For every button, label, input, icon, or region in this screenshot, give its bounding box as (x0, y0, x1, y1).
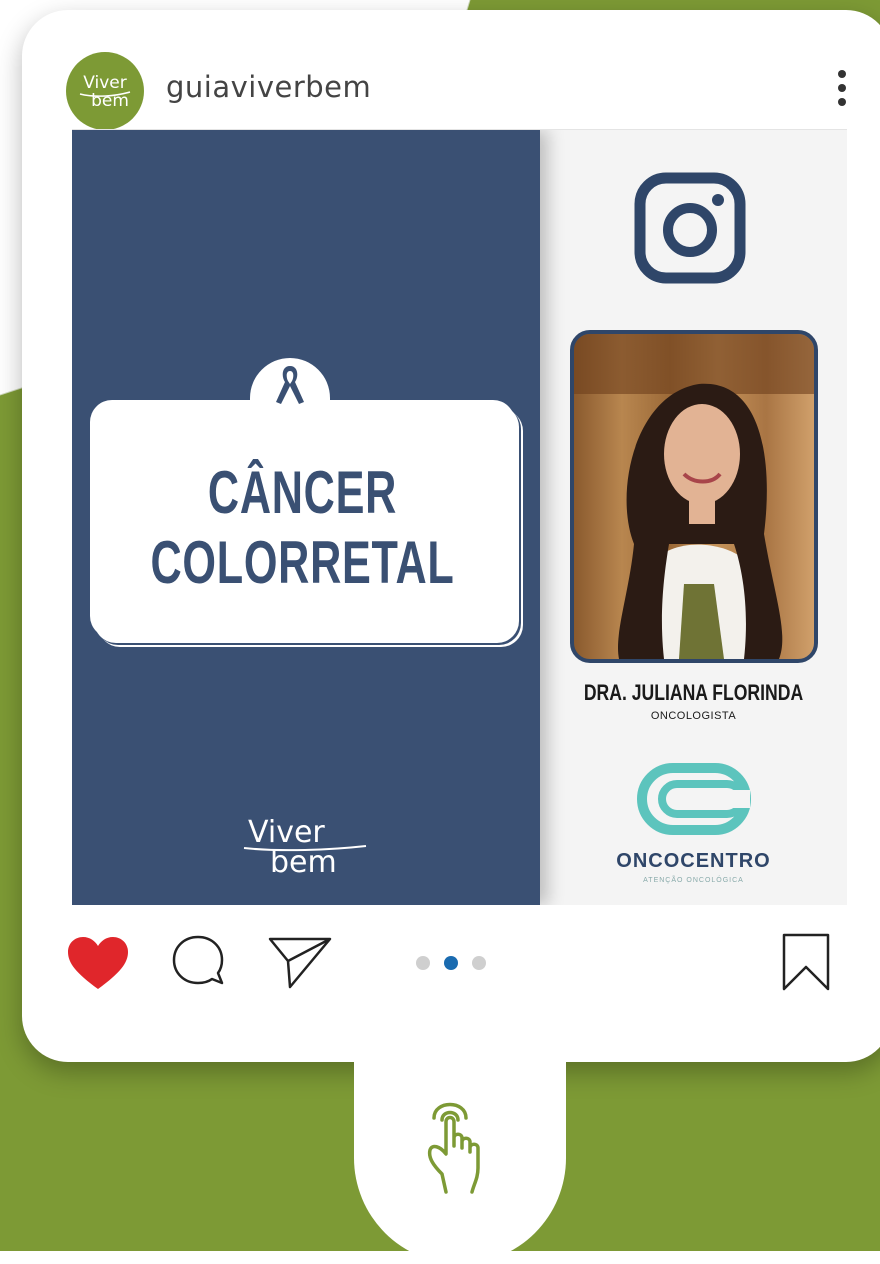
bookmark-icon[interactable] (780, 931, 832, 993)
carousel-dot (416, 956, 430, 970)
title-line-2: COLORRETAL (150, 529, 455, 596)
avatar[interactable]: Viver bem (66, 52, 144, 130)
carousel-dot-active (444, 956, 458, 970)
doctor-role: ONCOLOGISTA (650, 710, 737, 722)
carousel-indicator (414, 956, 494, 972)
comment-icon[interactable] (170, 933, 226, 989)
title-line-1: CÂNCER (207, 459, 398, 526)
post-image[interactable]: CÂNCER COLORRETAL Viver bem DRA. JULIANA… (72, 130, 847, 905)
heart-icon[interactable] (66, 935, 130, 991)
instagram-icon (634, 172, 746, 284)
viver-bem-logo: Viver bem (79, 73, 131, 111)
tap-hand-icon (427, 1102, 480, 1194)
clinic-tagline: ATENÇÃO ONCOLÓGICA (643, 877, 744, 884)
post-right-panel: DRA. JULIANA FLORINDA ONCOLOGISTA ONCOCE… (540, 130, 847, 905)
post-left-panel: CÂNCER COLORRETAL Viver bem (72, 130, 540, 905)
doctor-name: DRA. JULIANA FLORINDA (583, 680, 804, 705)
awareness-ribbon-icon (276, 366, 304, 404)
username[interactable]: guiaviverbem (166, 70, 371, 104)
doctor-photo (570, 330, 818, 663)
carousel-dot (472, 956, 486, 970)
title-card: CÂNCER COLORRETAL (90, 400, 515, 638)
more-vertical-icon[interactable] (832, 70, 852, 110)
post-header: Viver bem guiaviverbem (0, 0, 880, 130)
svg-text:Viver: Viver (83, 73, 127, 93)
viver-bem-brand-logo: Viver bem (243, 815, 367, 880)
clinic-name: ONCOCENTRO (616, 850, 771, 872)
send-icon[interactable] (266, 933, 334, 991)
oncocentro-logo-icon (637, 763, 751, 835)
